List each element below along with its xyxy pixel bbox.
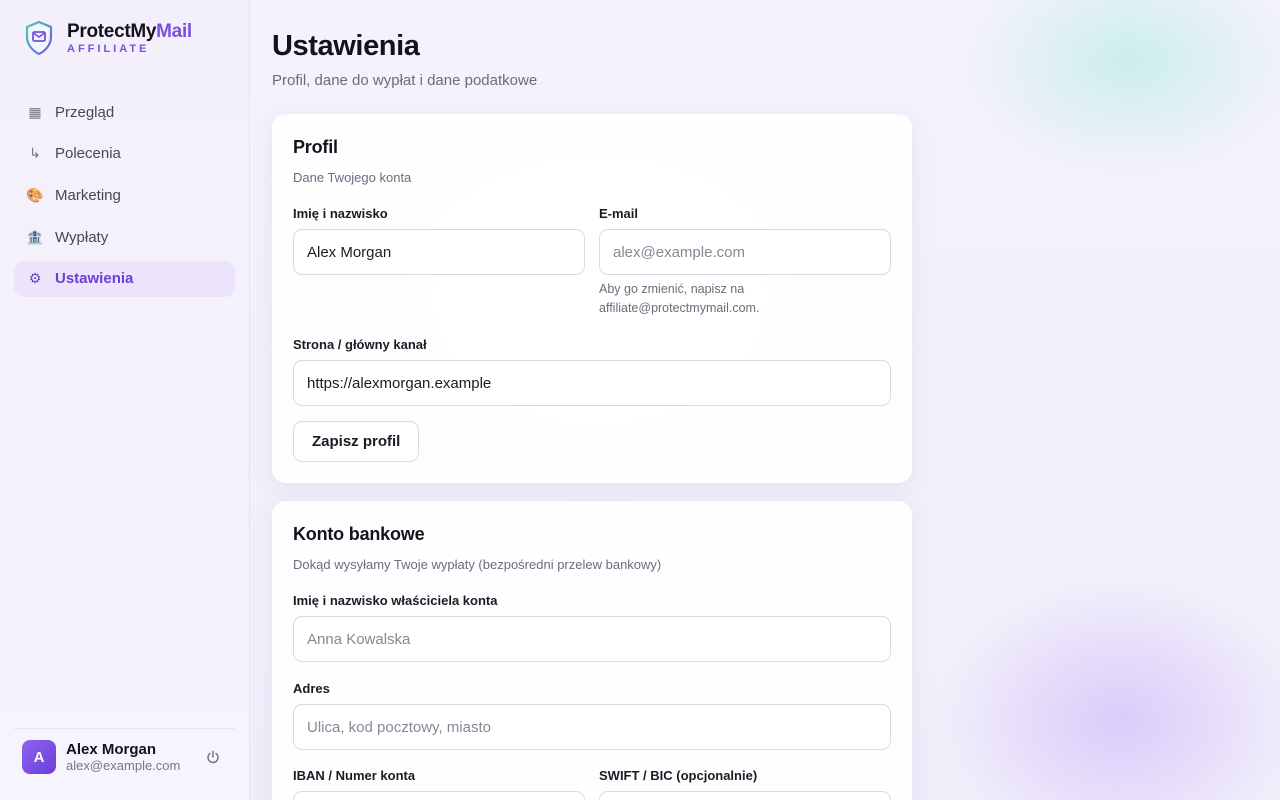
iban-label: IBAN / Numer konta xyxy=(293,768,416,783)
grid-icon: ▦ xyxy=(28,103,42,120)
sidebar-item-label: Polecenia xyxy=(55,145,121,163)
email-label: E-mail xyxy=(599,206,639,221)
avatar[interactable]: A xyxy=(22,740,56,774)
iban-input[interactable] xyxy=(293,791,585,800)
bank-account-card: Konto bankowe Dokąd wysyłamy Twoje wypła… xyxy=(272,501,912,800)
email-input[interactable] xyxy=(599,229,891,275)
user-name: Alex Morgan xyxy=(66,740,157,758)
sidebar-item-polecenia[interactable]: ↳ Polecenia xyxy=(14,136,235,172)
address-label: Adres xyxy=(293,681,330,696)
profile-card: Profil Dane Twojego konta Imię i nazwisk… xyxy=(272,114,912,483)
sidebar-item-wyplaty[interactable]: 🏦 Wypłaty xyxy=(14,219,235,255)
email-help-text: Aby go zmienić, napisz na affiliate@prot… xyxy=(599,282,760,315)
website-label: Strona / główny kanał xyxy=(293,337,427,352)
sidebar-item-label: Przegląd xyxy=(55,103,115,121)
sidebar-item-przeglad[interactable]: ▦ Przegląd xyxy=(14,94,235,130)
power-icon[interactable] xyxy=(205,749,221,765)
name-label: Imię i nazwisko xyxy=(293,206,388,221)
gear-icon: ⚙ xyxy=(28,270,42,287)
website-input[interactable] xyxy=(293,360,891,406)
bank-icon: 🏦 xyxy=(26,228,44,245)
sidebar-item-label: Wypłaty xyxy=(55,228,109,246)
palette-icon: 🎨 xyxy=(26,186,44,203)
sidebar-item-ustawienia[interactable]: ⚙ Ustawienia xyxy=(14,260,235,297)
sidebar-nav: ▦ Przegląd ↳ Polecenia 🎨 Marketing 🏦 Wyp… xyxy=(14,94,235,302)
swift-label: SWIFT / BIC (opcjonalnie) xyxy=(599,768,758,783)
save-profile-button[interactable]: Zapisz profil xyxy=(293,421,420,462)
sidebar-item-label: Marketing xyxy=(55,186,121,204)
name-input[interactable] xyxy=(293,229,585,275)
owner-input[interactable] xyxy=(293,616,891,662)
owner-label: Imię i nazwisko właściciela konta xyxy=(293,593,498,608)
sidebar-item-label: Ustawienia xyxy=(55,270,134,288)
address-input[interactable] xyxy=(293,704,891,750)
user-email: alex@example.com xyxy=(66,757,181,773)
swift-input[interactable] xyxy=(599,791,891,800)
bank-title: Konto bankowe xyxy=(293,524,425,544)
sidebar-item-marketing[interactable]: 🎨 Marketing xyxy=(14,177,235,213)
sidebar: ProtectMyMail AFFILIATE ▦ Przegląd ↳ Pol… xyxy=(0,0,250,800)
bank-description: Dokąd wysyłamy Twoje wypłaty (bezpośredn… xyxy=(293,557,662,572)
page-subtitle: Profil, dane do wypłat i dane podatkowe xyxy=(272,72,538,89)
brand-name: ProtectMyMail xyxy=(67,20,192,42)
brand[interactable]: ProtectMyMail AFFILIATE xyxy=(24,20,192,56)
user-block: A Alex Morgan alex@example.com xyxy=(14,728,235,774)
arrow-down-right-icon: ↳ xyxy=(29,145,41,162)
page-title: Ustawienia xyxy=(272,30,420,62)
brand-subtitle: AFFILIATE xyxy=(67,42,150,55)
profile-description: Dane Twojego konta xyxy=(293,170,412,185)
shield-mail-logo-icon xyxy=(25,20,53,56)
profile-title: Profil xyxy=(293,137,338,157)
